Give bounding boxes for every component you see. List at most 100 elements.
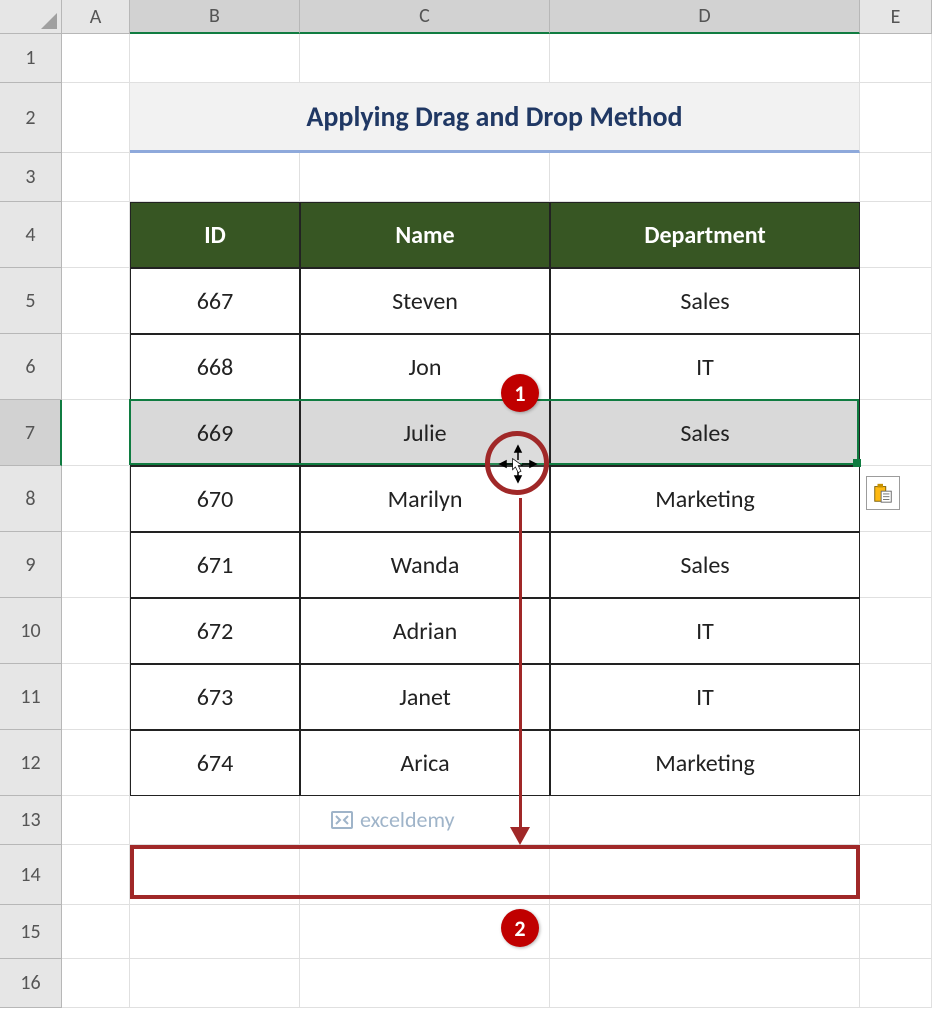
empty-cell[interactable] bbox=[62, 334, 130, 400]
empty-cell[interactable] bbox=[860, 905, 932, 959]
empty-cell[interactable] bbox=[860, 334, 932, 400]
header-name[interactable]: Name bbox=[300, 202, 550, 268]
data-dept-673[interactable]: IT bbox=[550, 664, 860, 730]
data-id-671[interactable]: 671 bbox=[130, 532, 300, 598]
row-header-4[interactable]: 4 bbox=[0, 202, 62, 268]
row-header-2[interactable]: 2 bbox=[0, 83, 62, 153]
empty-cell[interactable] bbox=[300, 959, 550, 1008]
row-header-5[interactable]: 5 bbox=[0, 268, 62, 334]
callout-badge-1: 1 bbox=[501, 374, 539, 412]
empty-cell[interactable] bbox=[62, 400, 130, 466]
row-header-15[interactable]: 15 bbox=[0, 905, 62, 959]
empty-cell[interactable] bbox=[860, 202, 932, 268]
data-dept-671[interactable]: Sales bbox=[550, 532, 860, 598]
row-header-12[interactable]: 12 bbox=[0, 730, 62, 796]
empty-cell[interactable] bbox=[860, 532, 932, 598]
row-header-3[interactable]: 3 bbox=[0, 153, 62, 202]
data-name-674[interactable]: Arica bbox=[300, 730, 550, 796]
empty-cell[interactable] bbox=[550, 153, 860, 202]
data-id-670[interactable]: 670 bbox=[130, 466, 300, 532]
empty-cell[interactable] bbox=[300, 153, 550, 202]
empty-cell[interactable] bbox=[860, 598, 932, 664]
empty-cell[interactable] bbox=[62, 598, 130, 664]
data-dept-674[interactable]: Marketing bbox=[550, 730, 860, 796]
empty-cell[interactable] bbox=[550, 959, 860, 1008]
data-name-673[interactable]: Janet bbox=[300, 664, 550, 730]
data-dept-670[interactable]: Marketing bbox=[550, 466, 860, 532]
data-dept-672[interactable]: IT bbox=[550, 598, 860, 664]
data-id-672[interactable]: 672 bbox=[130, 598, 300, 664]
empty-cell[interactable] bbox=[550, 796, 860, 845]
row-header-16[interactable]: 16 bbox=[0, 959, 62, 1008]
empty-cell[interactable] bbox=[62, 730, 130, 796]
col-header-C[interactable]: C bbox=[300, 0, 550, 34]
callout-badge-2: 2 bbox=[501, 909, 539, 947]
empty-cell[interactable] bbox=[130, 959, 300, 1008]
data-id-674[interactable]: 674 bbox=[130, 730, 300, 796]
empty-cell[interactable] bbox=[860, 34, 932, 83]
title-cell[interactable]: Applying Drag and Drop Method bbox=[130, 83, 860, 153]
empty-cell[interactable] bbox=[860, 83, 932, 153]
col-header-E[interactable]: E bbox=[860, 0, 932, 34]
data-name-667[interactable]: Steven bbox=[300, 268, 550, 334]
row-header-7[interactable]: 7 bbox=[0, 400, 62, 466]
empty-cell[interactable] bbox=[860, 796, 932, 845]
row-header-1[interactable]: 1 bbox=[0, 34, 62, 83]
empty-cell[interactable] bbox=[62, 83, 130, 153]
empty-cell[interactable] bbox=[130, 905, 300, 959]
empty-cell[interactable] bbox=[860, 730, 932, 796]
empty-cell[interactable] bbox=[860, 664, 932, 730]
empty-cell[interactable] bbox=[62, 466, 130, 532]
row-header-10[interactable]: 10 bbox=[0, 598, 62, 664]
empty-cell[interactable] bbox=[300, 34, 550, 83]
empty-cell[interactable] bbox=[62, 268, 130, 334]
header-id[interactable]: ID bbox=[130, 202, 300, 268]
empty-cell[interactable] bbox=[62, 532, 130, 598]
row-header-14[interactable]: 14 bbox=[0, 845, 62, 905]
empty-cell[interactable] bbox=[62, 959, 130, 1008]
data-dept-668[interactable]: IT bbox=[550, 334, 860, 400]
data-name-671[interactable]: Wanda bbox=[300, 532, 550, 598]
row-header-13[interactable]: 13 bbox=[0, 796, 62, 845]
empty-cell[interactable] bbox=[62, 153, 130, 202]
empty-cell[interactable] bbox=[130, 153, 300, 202]
watermark: exceldemy bbox=[330, 806, 455, 833]
data-dept-667[interactable]: Sales bbox=[550, 268, 860, 334]
data-id-667[interactable]: 667 bbox=[130, 268, 300, 334]
empty-cell[interactable] bbox=[62, 905, 130, 959]
row-headers: 12345678910111213141516 bbox=[0, 34, 62, 1008]
select-all-corner[interactable] bbox=[0, 0, 62, 34]
data-id-673[interactable]: 673 bbox=[130, 664, 300, 730]
move-cursor-icon bbox=[498, 444, 538, 487]
empty-cell[interactable] bbox=[550, 905, 860, 959]
col-header-D[interactable]: D bbox=[550, 0, 860, 34]
empty-cell[interactable] bbox=[62, 845, 130, 905]
col-header-B[interactable]: B bbox=[130, 0, 300, 34]
col-header-A[interactable]: A bbox=[62, 0, 130, 34]
column-headers: ABCDE bbox=[62, 0, 932, 34]
empty-cell[interactable] bbox=[860, 153, 932, 202]
empty-cell[interactable] bbox=[860, 400, 932, 466]
empty-cell[interactable] bbox=[62, 34, 130, 83]
watermark-text: exceldemy bbox=[360, 806, 455, 833]
drag-arrow-head bbox=[510, 827, 530, 845]
empty-cell[interactable] bbox=[550, 34, 860, 83]
empty-cell[interactable] bbox=[62, 796, 130, 845]
empty-cell[interactable] bbox=[860, 959, 932, 1008]
data-id-668[interactable]: 668 bbox=[130, 334, 300, 400]
header-dept[interactable]: Department bbox=[550, 202, 860, 268]
empty-cell[interactable] bbox=[860, 845, 932, 905]
empty-cell[interactable] bbox=[860, 268, 932, 334]
row-header-6[interactable]: 6 bbox=[0, 334, 62, 400]
row-header-9[interactable]: 9 bbox=[0, 532, 62, 598]
empty-cell[interactable] bbox=[62, 664, 130, 730]
empty-cell[interactable] bbox=[62, 202, 130, 268]
paste-options-icon[interactable] bbox=[866, 476, 900, 510]
empty-cell[interactable] bbox=[130, 796, 300, 845]
data-dept-669[interactable]: Sales bbox=[550, 400, 860, 466]
row-header-8[interactable]: 8 bbox=[0, 466, 62, 532]
data-name-672[interactable]: Adrian bbox=[300, 598, 550, 664]
data-id-669[interactable]: 669 bbox=[130, 400, 300, 466]
empty-cell[interactable] bbox=[130, 34, 300, 83]
row-header-11[interactable]: 11 bbox=[0, 664, 62, 730]
